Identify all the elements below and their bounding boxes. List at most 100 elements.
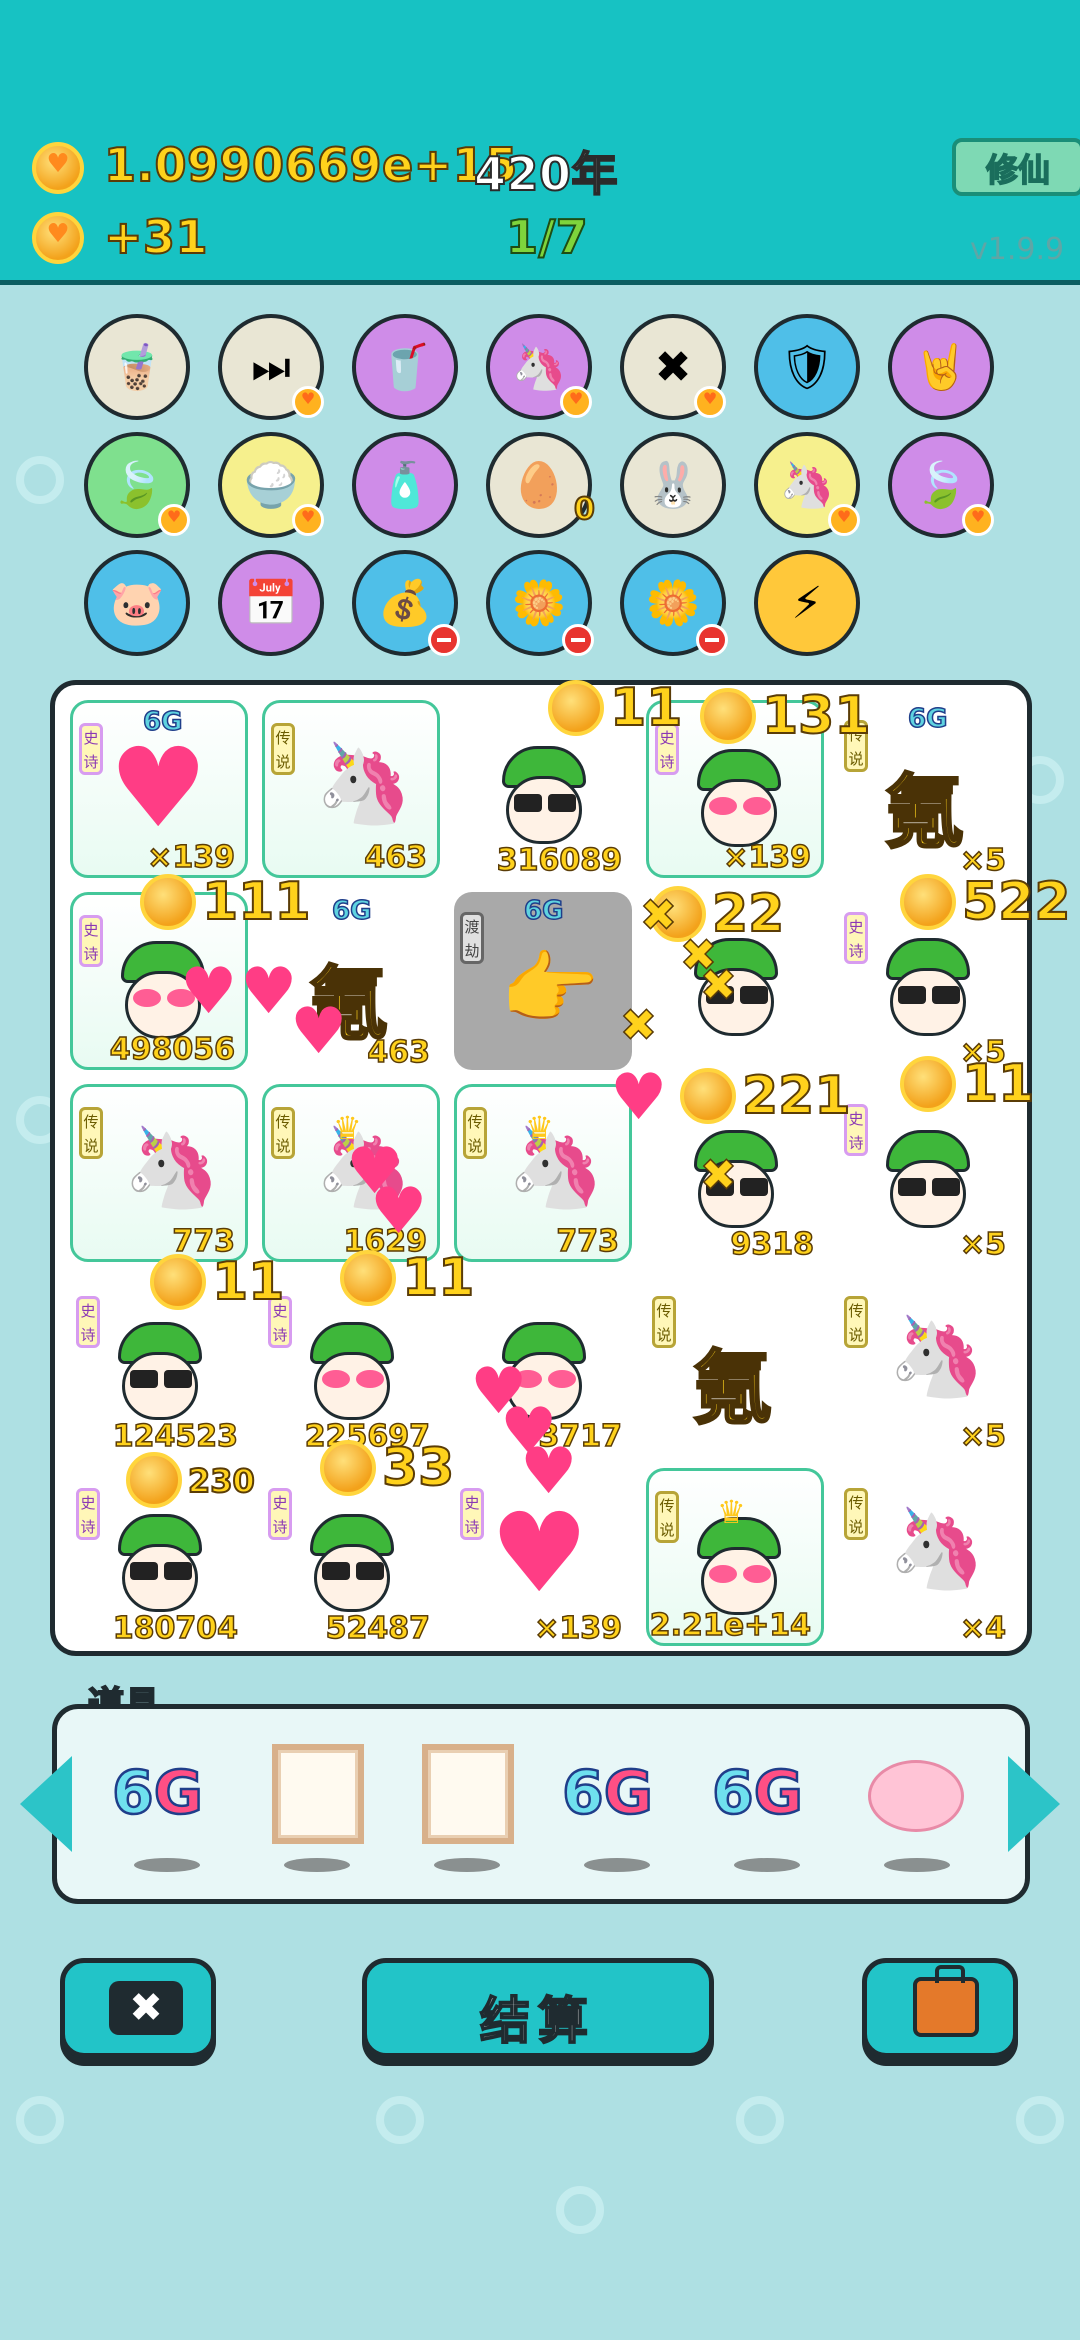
calendar-icon[interactable]: 📅 xyxy=(218,550,324,656)
cross-effect-icon: ✖ xyxy=(699,1149,737,1202)
krypton-character: 氪 xyxy=(691,1341,774,1437)
item-piggy-bank[interactable] xyxy=(862,1738,972,1872)
scroll-left-arrow-icon[interactable] xyxy=(20,1756,72,1852)
flower-pot-icon[interactable]: 🌼 xyxy=(486,550,594,656)
unicorn-icon[interactable]: 🦄 xyxy=(754,432,860,538)
skill-count: 0 xyxy=(573,491,596,528)
rarity-tag: 传说 xyxy=(655,1491,679,1543)
big-heart-icon: ♥ xyxy=(109,724,208,852)
reward-amount: 221 xyxy=(741,1065,852,1127)
shield-wrench-icon[interactable]: 🛡 xyxy=(754,314,860,420)
cell-value: 463 xyxy=(367,1034,431,1071)
page-indicator: 1/7 xyxy=(505,209,589,265)
money-bag-icon[interactable]: 💰 xyxy=(352,550,460,656)
cross-effect-icon: ✖ xyxy=(619,999,657,1052)
crown-icon: ♛ xyxy=(525,1109,554,1147)
cross-effect-icon: ✖ xyxy=(639,889,677,942)
crown-icon: ♛ xyxy=(717,1493,746,1531)
cell-value: 316089 xyxy=(496,842,623,879)
green-hair-character-icon xyxy=(882,1130,974,1230)
flower-pot-icon-2[interactable]: 🌼 xyxy=(620,550,728,656)
item-6g-label: 6G xyxy=(561,1757,655,1830)
board-cell[interactable]: 史诗 6G ♥ ×139 xyxy=(70,700,248,878)
settle-button[interactable]: 结算 xyxy=(362,1958,714,2058)
item-frame[interactable] xyxy=(412,1738,522,1872)
rarity-tag: 传说 xyxy=(844,1296,868,1348)
heart-effect-icon: ♥ xyxy=(180,955,238,1029)
briefcase-icon xyxy=(913,1965,979,2037)
inventory-button[interactable] xyxy=(862,1958,1018,2058)
green-hair-character-icon xyxy=(498,746,590,846)
reward-coin-icon xyxy=(150,1254,206,1310)
bunny-icon[interactable]: 🐰 xyxy=(620,432,726,538)
item-6g[interactable]: 6G xyxy=(561,1738,672,1872)
heart-effect-icon: ♥ xyxy=(240,955,298,1029)
income-rate: +31 xyxy=(103,209,209,265)
cell-value: 773 xyxy=(556,1223,620,1260)
board-cell[interactable]: 传说 🦄 ×5 xyxy=(838,1276,1016,1455)
settle-label: 结算 xyxy=(479,1991,596,2051)
green-hair-character-icon xyxy=(306,1322,398,1422)
reward-amount: 230 xyxy=(187,1461,256,1501)
twin-unicorns-icon[interactable]: 🦄 xyxy=(486,314,592,420)
reward-coin-icon xyxy=(700,688,756,744)
board-cell[interactable]: 渡劫 6G 👉 xyxy=(454,892,632,1070)
discard-button[interactable]: ✖ xyxy=(60,1958,216,2058)
leaf-icon-2[interactable]: 🍃 xyxy=(888,432,994,538)
reward-amount: 11 xyxy=(211,1251,285,1313)
green-hair-character-icon xyxy=(693,1517,785,1617)
coin-icon xyxy=(32,212,84,264)
board-cell[interactable]: 316089 xyxy=(454,700,632,879)
cell-value: 180704 xyxy=(112,1610,239,1647)
board-cell[interactable]: 传说氪 xyxy=(646,1276,824,1454)
rarity-tag: 传说 xyxy=(271,723,295,775)
coin-total: 1.0990669e+15 xyxy=(103,137,518,193)
item-shadow xyxy=(434,1858,500,1872)
heart-effect-icon: ♥ xyxy=(370,1175,428,1249)
green-hair-character-icon xyxy=(693,749,785,849)
piggy-bank-icon[interactable]: 🐷 xyxy=(84,550,190,656)
unicorn-icon: 🦄 xyxy=(123,1123,221,1213)
reward-coin-icon xyxy=(340,1250,396,1306)
heart-badge-icon xyxy=(292,386,324,418)
item-6g[interactable]: 6G xyxy=(711,1738,822,1872)
scroll-right-arrow-icon[interactable] xyxy=(1008,1756,1060,1852)
heart-badge-icon xyxy=(560,386,592,418)
board-cell[interactable]: 传说 ♛ 2.21e+14 xyxy=(646,1468,824,1646)
cell-value: 124523 xyxy=(112,1418,239,1455)
cell-value: ×139 xyxy=(146,839,235,876)
leaf-icon[interactable]: 🍃 xyxy=(84,432,190,538)
reward-coin-icon xyxy=(680,1068,736,1124)
reward-amount: 11 xyxy=(401,1247,475,1309)
rarity-tag: 史诗 xyxy=(79,723,103,775)
board-cell[interactable]: 传说 🦄 ×4 xyxy=(838,1468,1016,1647)
reward-coin-icon xyxy=(320,1440,376,1496)
minus-badge-icon xyxy=(428,624,460,656)
skip-icon[interactable]: ⏭ xyxy=(218,314,324,420)
bubble-tea-icon[interactable]: 🧋 xyxy=(84,314,190,420)
reward-amount: 11 xyxy=(609,677,683,739)
egg-tray-icon[interactable]: 🥚 0 xyxy=(486,432,596,538)
cell-value: 463 xyxy=(364,839,428,876)
item-frame[interactable] xyxy=(262,1738,372,1872)
board-cell[interactable]: 传说 🦄 773 xyxy=(70,1084,248,1262)
rice-bowl-icon[interactable]: 🍚 xyxy=(218,432,324,538)
rock-hand-icon[interactable]: 🤘 xyxy=(888,314,994,420)
xiuxian-button[interactable]: 修仙 xyxy=(952,138,1080,196)
big-heart-icon: ♥ xyxy=(490,1489,589,1617)
lightning-icon[interactable]: ⚡ xyxy=(754,550,860,656)
cell-value: ×139 xyxy=(533,1610,622,1647)
rarity-tag: 传说 xyxy=(271,1107,295,1159)
bubble-tea-100-icon[interactable]: 🥤 xyxy=(352,314,458,420)
cross-effect-icon: ✖ xyxy=(699,959,737,1012)
minus-badge-icon xyxy=(562,624,594,656)
top-bar: 1.0990669e+15 420年 +31 1/7 修仙 v1.9.9 xyxy=(0,0,1080,285)
photo-frame-icon xyxy=(272,1744,364,1844)
delete-tag-icon[interactable]: ✖ xyxy=(620,314,726,420)
board-cell[interactable]: 传说 🦄 463 xyxy=(262,700,440,878)
heart-badge-icon xyxy=(158,504,190,536)
item-6g[interactable]: 6G xyxy=(111,1738,222,1872)
spray-bottle-icon[interactable]: 🧴 xyxy=(352,432,458,538)
board-cell[interactable]: 传说 🦄 ♛ 773 xyxy=(454,1084,632,1262)
rarity-tag: 传说 xyxy=(463,1107,487,1159)
